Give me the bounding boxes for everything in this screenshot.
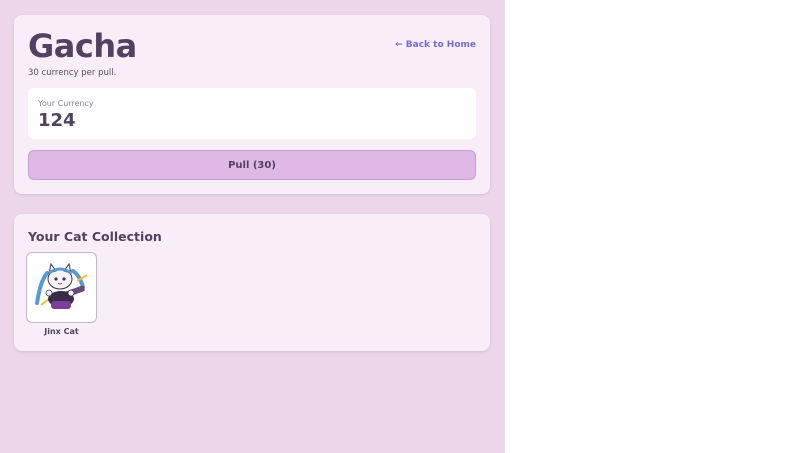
jinx-cat-illustration [35,262,88,309]
app-container: Gacha ← Back to Home 30 currency per pul… [0,0,505,453]
cat-name: Jinx Cat [44,327,79,336]
pull-button[interactable]: Pull (30) [28,150,476,180]
collection-title: Your Cat Collection [28,229,162,244]
currency-value: 124 [38,110,76,131]
cat-card[interactable]: Jinx Cat [26,252,97,336]
currency-label: Your Currency [38,99,94,108]
gacha-card: Gacha ← Back to Home 30 currency per pul… [14,15,490,194]
jinx-cat-image[interactable] [26,252,97,323]
currency-panel: Your Currency 124 [28,88,476,139]
pull-cost-text: 30 currency per pull. [28,68,117,78]
page-title: Gacha [28,27,137,65]
back-to-home-link[interactable]: ← Back to Home [395,40,476,50]
cat-collection-card: Your Cat Collection Jinx Cat [14,214,490,351]
